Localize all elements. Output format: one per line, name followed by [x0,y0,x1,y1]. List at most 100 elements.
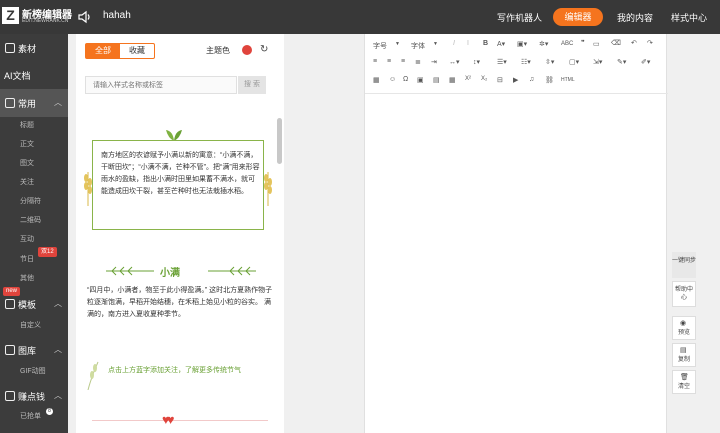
eraser-icon[interactable]: ⌫ [611,39,621,47]
sidebar-section-label: AI文档 [4,71,31,81]
nav-editor[interactable]: 编辑器 [553,8,603,26]
bold-icon[interactable]: B [483,40,488,47]
hearts-icon[interactable]: ♥♥ [162,412,175,427]
underline-icon[interactable]: I [467,40,469,47]
sidebar-item-divider[interactable]: 分隔符 [20,196,41,206]
logo-sub: EDIT.NEWRANK.CN [22,18,69,24]
horizontal-rule-icon[interactable]: ⊟ [497,76,503,84]
table-icon[interactable]: ▦ [373,76,380,84]
chevron-up-icon: ︿ [54,345,62,354]
sidebar-section-ai-doc[interactable]: AI文档 [0,61,68,89]
filter-tabs: 全部 收藏 [85,43,155,59]
sidebar-section-material[interactable]: 素材 [0,34,68,62]
sidebar-section-common[interactable]: 常用 ︿ [0,89,68,117]
sidebar-item-follow[interactable]: 关注 [20,177,34,187]
wheat-icon [264,172,272,206]
sidebar-item-grabbed[interactable]: 已抢单 [20,411,41,421]
audio-icon[interactable]: ♫ [529,76,534,83]
sidebar-item-body[interactable]: 正文 [20,139,34,149]
letter-spacing-icon[interactable]: ↔▾ [449,58,460,66]
sidebar-section-money[interactable]: 赚点钱 ︿ [0,382,68,410]
link-icon[interactable]: ⛓ [545,76,554,84]
special-char-icon[interactable]: Ω [403,76,408,83]
quote-icon[interactable]: ❞ [581,39,585,47]
style-paragraph[interactable]: “四月中，小满者，物至于此小得盈满。” 这时北方夏熟作物子粒逐渐饱满，早稻开始结… [87,285,273,321]
sidebar-section-template[interactable]: 模板 ︿ [0,290,68,318]
align-center-icon[interactable]: ≡ [387,58,391,65]
indent-icon[interactable]: ⇥ [431,58,437,66]
count-badge: 8 [46,408,53,415]
chevron-down-icon: ▼ [433,41,438,47]
superscript-icon[interactable]: ✲▾ [539,40,548,48]
subscript-x2-icon[interactable]: X₂ [481,76,487,82]
caps-icon[interactable]: ABC [561,41,573,47]
pen-icon[interactable]: ✎▾ [617,58,626,66]
style-card-xiaoman[interactable]: 南方地区的农谚赋予小满以新的寓意：“小满不满，干断田坎”；“小满不满，芒种不管”… [92,140,264,230]
gallery-icon[interactable]: ▤ [433,76,440,84]
highlight-icon[interactable]: ▣▾ [517,40,527,48]
theme-color-swatch[interactable] [242,45,252,55]
sidebar-section-label: 常用 [18,99,37,109]
align-justify-icon[interactable]: ≣ [415,58,421,66]
brush-icon[interactable]: ✐▾ [641,58,650,66]
gallery-icon [5,345,15,355]
common-icon [5,98,15,108]
sidebar-item-other[interactable]: 其他 [20,273,34,283]
font-family-select[interactable]: 字体 [411,41,425,51]
nav-my-content[interactable]: 我的内容 [617,11,653,24]
search-button[interactable]: 搜 索 [238,76,266,94]
reset-icon[interactable]: ↻ [260,44,272,56]
copy-label: 复制 [677,357,690,363]
grass-decoration-icon [208,266,256,276]
sidebar-item-festival[interactable]: 节日 [20,254,34,264]
tab-all[interactable]: 全部 [86,44,120,58]
sidebar-item-qrcode[interactable]: 二维码 [20,215,41,225]
sidebar-item-interactive[interactable]: 互动 [20,234,34,244]
chevron-up-icon: ︿ [54,391,62,400]
html-icon[interactable]: HTML [561,77,575,83]
video-icon[interactable]: ▶ [513,76,518,84]
document-title[interactable]: hahah [103,10,131,21]
style-search-input[interactable] [85,76,237,94]
border-icon[interactable]: ▢▾ [569,58,579,66]
format-painter-icon[interactable]: ▭ [593,40,600,48]
image-icon[interactable]: ▣ [417,76,424,84]
sync-button[interactable]: 一键同步 [672,252,696,278]
logo[interactable]: Z 新榜编辑器 EDIT.NEWRANK.CN [2,6,72,28]
ordered-list-icon[interactable]: ☰▾ [497,58,507,66]
speaker-icon[interactable] [77,9,93,25]
top-bar: Z 新榜编辑器 EDIT.NEWRANK.CN hahah 写作机器人 编辑器 … [0,0,720,34]
sidebar-item-custom[interactable]: 自定义 [20,320,41,330]
paragraph-spacing-icon[interactable]: ⇳▾ [545,58,554,66]
margin-icon[interactable]: ⇲▾ [593,58,602,66]
sidebar-section-label: 模板 [18,300,37,310]
style-title-xiaoman[interactable]: 小满 [160,264,180,279]
emoji-icon[interactable]: ☺ [389,76,396,83]
align-left-icon[interactable]: ≡ [373,58,377,65]
redo-icon[interactable]: ↷ [647,39,653,47]
sidebar-item-image-text[interactable]: 图文 [20,158,34,168]
undo-icon[interactable]: ↶ [631,39,637,47]
italic-icon[interactable]: I [453,40,455,47]
template-icon [5,299,15,309]
align-right-icon[interactable]: ≡ [401,58,405,65]
font-color-icon[interactable]: A▾ [497,40,505,48]
sidebar-section-label: 赚点钱 [18,392,46,402]
panel-scrollbar[interactable] [277,118,282,164]
tab-favorites[interactable]: 收藏 [120,44,154,58]
grid-icon[interactable]: ▦ [449,76,456,84]
wheat-icon [84,172,92,206]
chevron-down-icon: ▼ [395,41,400,47]
nav-style-center[interactable]: 样式中心 [671,11,707,24]
help-center-button[interactable]: 帮助中心 [672,281,696,307]
sidebar-section-gallery[interactable]: 图库 ︿ [0,336,68,364]
nav-writing-robot[interactable]: 写作机器人 [497,11,542,24]
font-size-select[interactable]: 字号 [373,41,387,51]
unordered-list-icon[interactable]: ☷▾ [521,58,531,66]
line-height-icon[interactable]: ↕▾ [473,58,480,66]
style-follow-prompt[interactable]: 点击上方蓝字添加关注，了解更多传统节气 [108,365,273,376]
superscript-x2-icon[interactable]: X² [465,76,471,82]
sidebar-section-label: 素材 [18,44,37,54]
sidebar-item-title[interactable]: 标题 [20,120,34,130]
sidebar-item-gif[interactable]: GIF动图 [20,366,46,376]
